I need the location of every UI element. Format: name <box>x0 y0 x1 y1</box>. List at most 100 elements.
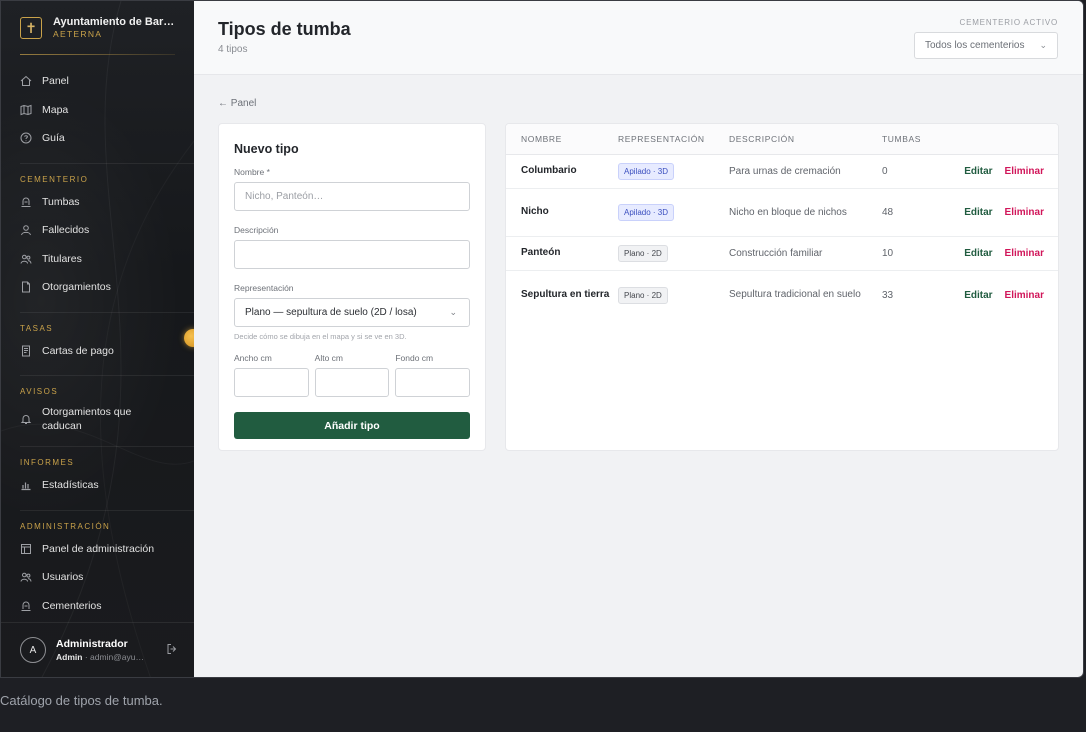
cemetery-selector-label: CEMENTERIO ACTIVO <box>959 18 1058 27</box>
description-input[interactable] <box>234 240 470 269</box>
chevron-down-icon: ⌄ <box>1039 40 1047 50</box>
row-description: Nicho en bloque de nichos <box>729 206 847 218</box>
brand-subtitle: AETERNA <box>53 29 103 40</box>
sidebar-item-map[interactable]: Mapa <box>1 96 194 125</box>
add-type-button[interactable]: Añadir tipo <box>234 412 470 439</box>
cross-logo-icon: ✝ <box>20 17 42 39</box>
sidebar-item-label: Cementerios <box>42 599 102 612</box>
row-tomb-count: 0 <box>882 166 888 177</box>
sidebar-item-grants[interactable]: Otorgamientos <box>1 273 194 302</box>
user-profile[interactable]: A Administrador Admin · admin@ayu… <box>1 622 194 677</box>
sidebar-item-deceased[interactable]: Fallecidos <box>1 216 194 245</box>
help-circle-icon <box>20 132 32 144</box>
form-title: Nuevo tipo <box>234 142 299 156</box>
delete-button[interactable]: Eliminar <box>1005 290 1044 301</box>
row-tomb-count: 10 <box>882 248 894 259</box>
receipt-icon <box>20 345 32 357</box>
column-header-tombs[interactable]: TUMBAS <box>882 134 946 144</box>
sidebar-item-users[interactable]: Usuarios <box>1 563 194 592</box>
section-fees: TASAS <box>20 323 54 333</box>
delete-button[interactable]: Eliminar <box>1005 248 1044 259</box>
table-row: Sepultura en tierra Plano · 2D Sepultura… <box>506 271 1058 319</box>
logout-icon[interactable] <box>166 643 178 658</box>
representation-value: Plano — sepultura de suelo (2D / losa) <box>245 307 417 318</box>
sidebar-item-label: Otorgamientos que <box>42 405 132 418</box>
name-input[interactable]: Nicho, Panteón… <box>234 182 470 211</box>
depth-input[interactable] <box>395 368 471 397</box>
sidebar-item-admin-panel[interactable]: Panel de administración <box>1 535 194 564</box>
column-header-name[interactable]: NOMBRE <box>506 134 618 144</box>
representation-label: Representación <box>234 283 294 293</box>
row-tomb-count: 33 <box>882 289 894 301</box>
row-description: Sepultura tradicional en suelo <box>729 289 861 300</box>
representation-badge: Apilado · 3D <box>618 204 675 221</box>
sidebar-item-tombs[interactable]: Tumbas <box>1 188 194 217</box>
sidebar-item-label: Mapa <box>42 103 69 116</box>
delete-button[interactable]: Eliminar <box>1005 207 1044 218</box>
column-header-description[interactable]: DESCRIPCIÓN <box>729 134 882 144</box>
home-icon <box>20 75 32 87</box>
height-label: Alto cm <box>314 353 344 363</box>
avatar: A <box>20 637 46 663</box>
edit-button[interactable]: Editar <box>964 207 992 218</box>
sidebar-item-label-line2: caducan <box>42 420 82 432</box>
sidebar-item-label: Tumbas <box>42 195 80 208</box>
row-name: Sepultura en tierra <box>521 288 610 300</box>
page-header: Tipos de tumba 4 tipos CEMENTERIO ACTIVO… <box>194 1 1083 75</box>
sidebar-item-guide[interactable]: Guía <box>1 124 194 153</box>
sidebar: ✝ Ayuntamiento de Barba… AETERNA Panel M… <box>1 1 194 677</box>
sidebar-item-holders[interactable]: Titulares <box>1 245 194 274</box>
name-label: Nombre * <box>234 167 270 177</box>
screenshot-caption: Catálogo de tipos de tumba. <box>0 693 163 708</box>
table-row: Nicho Apilado · 3D Nicho en bloque de ni… <box>506 189 1058 237</box>
sidebar-item-label: Panel de administración <box>42 542 155 555</box>
bar-chart-icon <box>20 479 32 491</box>
table-header: NOMBRE REPRESENTACIÓN DESCRIPCIÓN TUMBAS <box>506 124 1058 155</box>
user-role-email: Admin · admin@ayu… <box>56 652 144 662</box>
width-input[interactable] <box>234 368 309 397</box>
sidebar-item-label: Panel <box>42 75 69 88</box>
sidebar-item-label: Guía <box>42 132 65 145</box>
new-type-form: Nuevo tipo Nombre * Nicho, Panteón… Desc… <box>218 123 486 451</box>
sidebar-item-panel[interactable]: Panel <box>1 67 194 96</box>
edit-button[interactable]: Editar <box>964 166 992 177</box>
tomb-icon <box>20 600 32 612</box>
representation-badge: Plano · 2D <box>618 286 668 304</box>
sidebar-item-payment-letters[interactable]: Cartas de pago <box>1 337 194 366</box>
section-cemetery: CEMENTERIO <box>20 174 89 184</box>
representation-badge: Plano · 2D <box>618 245 668 262</box>
row-name: Panteón <box>521 247 561 259</box>
brand[interactable]: ✝ Ayuntamiento de Barba… AETERNA <box>1 1 194 55</box>
sidebar-item-expiring-grants[interactable]: Otorgamientos que caducan <box>1 400 194 438</box>
sidebar-item-label: Estadísticas <box>42 479 99 492</box>
cemetery-selector[interactable]: Todos los cementerios ⌄ <box>914 32 1058 59</box>
cemetery-selector-value: Todos los cementerios <box>925 40 1025 51</box>
row-tomb-count: 48 <box>882 207 894 218</box>
sidebar-item-label: Titulares <box>42 252 82 265</box>
edit-button[interactable]: Editar <box>964 290 992 301</box>
representation-select[interactable]: Plano — sepultura de suelo (2D / losa) ⌄ <box>234 298 470 327</box>
height-input[interactable] <box>314 368 390 397</box>
sidebar-item-statistics[interactable]: Estadísticas <box>1 471 194 500</box>
sidebar-item-label: Otorgamientos <box>42 281 111 294</box>
column-header-representation[interactable]: REPRESENTACIÓN <box>618 134 729 144</box>
types-table: NOMBRE REPRESENTACIÓN DESCRIPCIÓN TUMBAS… <box>505 123 1059 451</box>
back-link[interactable]: ← Panel <box>218 98 256 109</box>
section-admin: ADMINISTRACIÓN <box>20 521 111 531</box>
document-icon <box>20 281 32 293</box>
table-row: Panteón Plano · 2D Construcción familiar… <box>506 237 1058 271</box>
map-icon <box>20 104 32 116</box>
depth-label: Fondo cm <box>395 353 434 363</box>
edit-button[interactable]: Editar <box>964 248 992 259</box>
brand-divider <box>20 54 175 55</box>
brand-title: Ayuntamiento de Barba… <box>53 16 178 29</box>
representation-badge: Apilado · 3D <box>618 163 675 180</box>
sidebar-item-cemeteries[interactable]: Cementerios <box>1 592 194 621</box>
layout-icon <box>20 543 32 555</box>
dimensions-row: Ancho cm Alto cm Fondo cm <box>234 353 471 397</box>
row-description: Construcción familiar <box>729 247 823 259</box>
delete-button[interactable]: Eliminar <box>1005 166 1044 177</box>
description-label: Descripción <box>234 225 279 235</box>
section-reports: INFORMES <box>20 458 75 467</box>
user-email: · admin@ayu… <box>84 652 145 662</box>
